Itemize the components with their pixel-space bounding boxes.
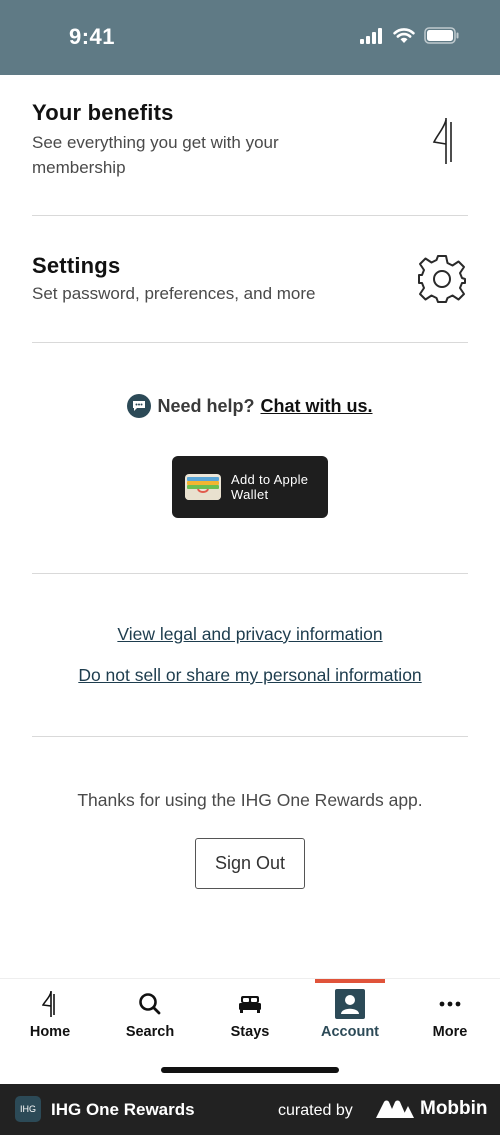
help-text: Need help?	[157, 395, 255, 416]
benefits-row[interactable]: Your benefits See everything you get wit…	[32, 100, 468, 190]
legal-privacy-link[interactable]: View legal and privacy information	[0, 624, 500, 645]
tab-stays[interactable]: Stays	[200, 979, 300, 1049]
chat-icon	[127, 394, 152, 418]
tab-label: Search	[125, 1024, 175, 1040]
active-tab-indicator	[315, 979, 385, 983]
status-bar: 9:41	[0, 0, 500, 75]
tab-label: Home	[29, 1024, 71, 1040]
wifi-icon	[393, 27, 415, 43]
status-icons	[360, 27, 460, 44]
more-icon	[439, 1001, 461, 1007]
benefits-subtitle: See everything you get with your members…	[32, 133, 279, 177]
gear-icon	[418, 255, 466, 303]
settings-title: Settings	[32, 253, 121, 278]
app-logo-icon: IHG	[15, 1096, 41, 1122]
ihg-logo-icon	[432, 118, 452, 164]
wallet-label: Add to Apple Wallet	[231, 472, 309, 502]
tab-search[interactable]: Search	[100, 979, 200, 1049]
home-indicator	[161, 1067, 339, 1073]
tab-label: Account	[321, 1024, 379, 1040]
tab-account[interactable]: Account	[300, 979, 400, 1049]
status-time: 9:41	[69, 24, 116, 49]
divider	[32, 342, 468, 343]
footer-bar: IHG IHG One Rewards curated by Mobbin	[0, 1084, 500, 1135]
settings-row[interactable]: Settings Set password, preferences, and …	[32, 253, 468, 313]
do-not-sell-link[interactable]: Do not sell or share my personal informa…	[0, 665, 500, 686]
settings-subtitle: Set password, preferences, and more	[32, 284, 316, 303]
thanks-text: Thanks for using the IHG One Rewards app…	[77, 790, 423, 810]
divider	[32, 573, 468, 574]
tab-more[interactable]: More	[400, 979, 500, 1049]
tab-label: More	[432, 1024, 468, 1040]
mobbin-brand-text: Mobbin	[420, 1098, 488, 1119]
signal-icon	[360, 27, 382, 44]
mobbin-brand: Mobbin	[376, 1098, 488, 1120]
help-line: Need help? Chat with us.	[0, 394, 500, 418]
ihg-logo-icon	[42, 991, 55, 1017]
wallet-icon	[185, 474, 221, 500]
sign-out-button[interactable]: Sign Out	[195, 838, 305, 889]
search-icon	[139, 993, 161, 1015]
tab-home[interactable]: Home	[0, 979, 100, 1049]
divider	[32, 215, 468, 216]
battery-icon	[424, 27, 459, 44]
tab-label: Stays	[230, 1024, 270, 1040]
benefits-title: Your benefits	[32, 100, 174, 125]
account-icon	[335, 989, 365, 1019]
footer-curated-text: curated by	[278, 1102, 353, 1119]
chat-link[interactable]: Chat with us.	[261, 396, 373, 417]
divider	[32, 736, 468, 737]
add-to-apple-wallet-button[interactable]: Add to Apple Wallet	[172, 456, 328, 518]
mobbin-logo-icon	[376, 1100, 414, 1118]
footer-app-name: IHG One Rewards	[51, 1100, 195, 1119]
bed-icon	[239, 996, 261, 1013]
